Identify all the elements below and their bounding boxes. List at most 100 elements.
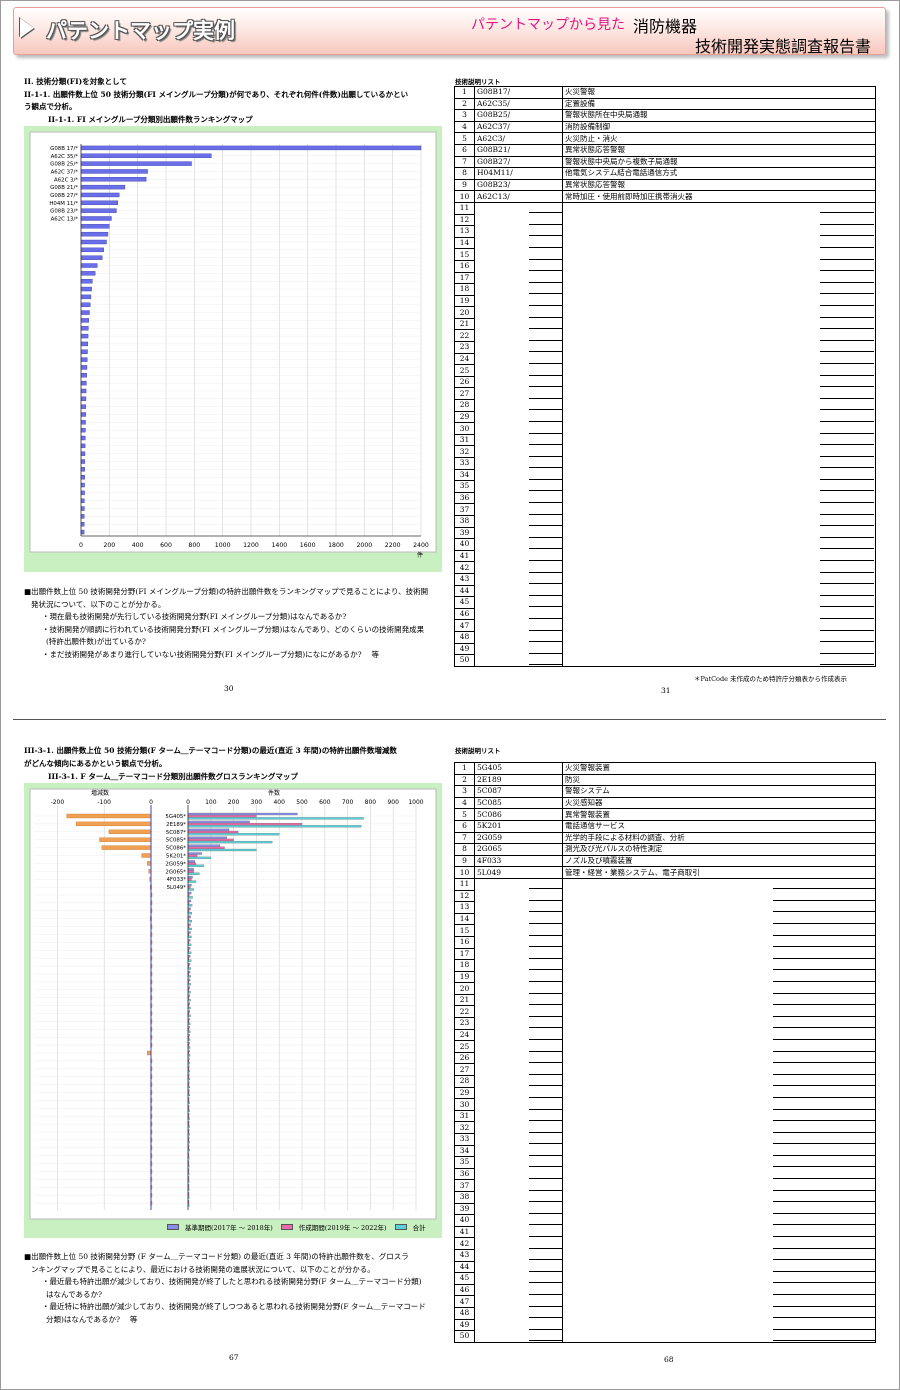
table-row: 5 5C086 異常警報装置 [454,808,876,821]
empty-desc-cell [562,283,876,296]
x-tick-label: 1600 [300,542,316,549]
page-number-right: 31 [661,686,671,695]
empty-desc-cell [562,480,876,493]
empty-code-cell [474,1226,563,1238]
empty-desc-cell [562,399,876,412]
empty-code-cell [474,948,563,960]
empty-desc-cell [562,434,876,446]
table-row: 15 [454,248,876,261]
table-row: 5 A62C3/火災防止・消火 [454,132,876,145]
row-number: 50 [454,654,475,667]
blank-line [773,1239,875,1249]
empty-code-cell [474,399,563,412]
table-row: 41 [454,550,876,563]
empty-desc-cell [562,1017,876,1030]
bar [80,357,88,362]
bar-recent [187,846,225,849]
tech-description: 異常状態応答警報 [562,179,876,192]
row-number: 31 [454,434,475,447]
empty-code-cell [474,1087,563,1099]
bar [80,216,112,221]
bar [80,263,98,268]
blank-line [529,1273,562,1284]
bar-diff [108,829,152,834]
chart-panel-1: 0 200 400 600 800 1000 1200 1400 1600 1800 2000 220… [24,126,442,572]
legend-recent: 作成期間(2019年 ～ 2022年) [298,1224,387,1232]
empty-desc-cell [562,890,876,902]
bar-total [187,951,192,954]
table-row: 36 [454,492,876,505]
table-row: 43 [454,1249,876,1262]
table-row: 2 2E189 防災 [454,774,876,787]
blank-line [773,891,875,901]
row-number: 45 [454,596,475,609]
row-number: 34 [454,1145,475,1158]
empty-desc-cell [562,982,876,995]
legend-base: 基準期間(2017年 ～ 2018年) [185,1224,273,1232]
empty-code-cell [474,1307,563,1319]
legend-total: 合計 [412,1224,426,1232]
blank-line [773,902,875,913]
table-row: 34 [454,1145,876,1158]
row-number: 10 [454,866,475,879]
empty-desc-cell [562,994,876,1006]
empty-code-cell [474,971,563,983]
row-number: 5 [454,132,475,145]
blank-line [773,1331,875,1342]
bar-recent [187,870,194,873]
empty-code-cell [474,631,563,643]
blank-line [820,470,874,480]
empty-code-cell [474,1203,563,1215]
empty-code-cell [474,608,563,620]
tech-code: A62C35/ [474,98,563,111]
fterm-gross-ranking-chart: 増減数 件数 -200 -100 0 0 100 200 300 400 500 600 700 800 9… [29,788,437,1220]
tech-code: G08B21/ [474,144,563,157]
empty-desc-cell [562,341,876,354]
empty-code-cell [474,248,563,261]
empty-desc-cell [562,585,876,597]
empty-code-cell [474,1179,563,1192]
blank-line [529,435,562,446]
bar [80,177,147,182]
row-number: 39 [454,527,475,540]
empty-desc-cell [562,260,876,272]
row-number: 22 [454,329,475,343]
row-number: 11 [454,878,475,891]
table-row: 32 [454,1121,876,1134]
empty-code-cell [474,573,563,586]
tech-code: 2G065 [474,843,563,856]
row-number: 36 [454,492,475,505]
bar-base [187,868,194,871]
table-row: 25 [454,1040,876,1053]
row-number: 16 [454,936,475,949]
row-number: 38 [454,515,475,528]
empty-desc-cell [562,550,876,562]
row-number: 29 [454,411,475,424]
table-row: 49 [454,1319,876,1332]
note-line: (特許出願件数)が出ているか? [46,637,146,646]
category-label: 2G059* [165,861,186,867]
page-divider [13,719,886,720]
bar-base [187,852,202,855]
row-number: 34 [454,469,475,482]
note-line: ・最近最も特許出願が減少しており、技術開発が終了したと思われる技術開発分野(F … [42,1277,422,1286]
empty-desc-cell [562,272,876,284]
table-row: 50 [454,654,876,667]
empty-desc-cell [562,1098,876,1111]
tech-description: 火災警報装置 [562,762,876,775]
blank-line [820,458,874,469]
table-row: 1 G08B17/火災警報 [454,86,876,99]
table-row: 14 [454,913,876,926]
bar-base [187,860,195,863]
blank-line [820,226,874,237]
right-tick-label: 600 [319,799,331,806]
table-row: 25 [454,364,876,377]
bar-total [187,825,362,828]
empty-desc-cell [562,214,876,226]
row-number: 36 [454,1168,475,1181]
blank-line [529,1297,562,1307]
bar [80,145,422,151]
bar [80,224,110,229]
bar [80,427,86,433]
empty-desc-cell [562,959,876,972]
